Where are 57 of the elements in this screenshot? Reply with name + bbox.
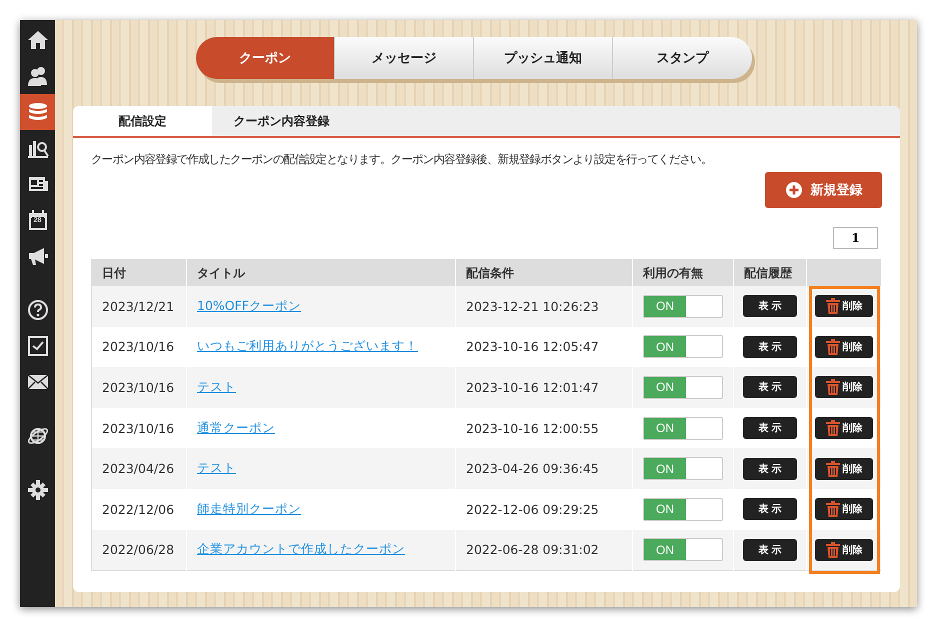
home-icon [26,29,48,51]
date-text: 2023/04/26 [102,461,174,476]
date-text: 2023/10/16 [102,420,174,436]
date-text: 2023/12/21 [102,298,174,314]
megaphone-icon [26,245,48,267]
view-button[interactable]: 表 示 [743,376,797,398]
delete-button[interactable]: 削除 [815,295,873,318]
globe-icon [26,425,48,447]
date-text: 2023/10/16 [102,339,174,354]
page-button[interactable]: 1 [833,227,878,249]
new-registration-button[interactable]: 新規登録 [765,172,882,208]
description-text: クーポン内容登録で作成したクーポンの配信設定となります。クーポン内容登録後、新規登録ボタンより設定を行ってください。 [91,152,713,167]
help-icon [26,299,48,321]
trash-icon [826,542,840,558]
checkbox-icon [26,335,48,357]
delete-button[interactable]: 削除 [815,538,873,561]
datetime-text: 2023-10-16 12:05:47 [466,339,599,354]
trash-icon [826,420,840,436]
view-button[interactable]: 表 示 [743,417,797,440]
plus-icon [784,181,802,199]
date-text: 2023/10/16 [102,380,174,395]
delete-button[interactable]: 削除 [815,376,873,398]
datetime-text: 2023-04-26 09:36:45 [466,461,599,476]
date-text: 2022/12/06 [102,502,174,517]
delete-button[interactable]: 削除 [815,458,873,480]
column-header: タイトル [186,260,456,286]
column-header: 配信条件 [456,260,632,286]
datetime-text: 2022-06-28 09:31:02 [466,542,599,558]
view-button[interactable]: 表 示 [743,458,797,480]
database-icon [26,101,48,123]
settings-icon [26,479,48,501]
trash-icon [826,501,840,518]
trash-icon [826,379,840,396]
column-header: 利用の有無 [632,260,734,286]
tab[interactable]: プッシュ通知 [474,37,613,79]
delete-button[interactable]: 削除 [815,498,873,520]
datetime-text: 2023-10-16 12:01:47 [466,380,599,395]
tab[interactable]: スタンプ [613,37,752,79]
datetime-text: 2023-10-16 12:00:55 [466,420,599,436]
view-button[interactable]: 表 示 [743,336,797,358]
delete-button[interactable]: 削除 [815,336,873,358]
users-icon [26,65,48,87]
datetime-text: 2023-12-21 10:26:23 [466,298,599,314]
date-text: 2022/06/28 [102,542,174,558]
trash-icon [826,460,840,477]
view-button[interactable]: 表 示 [743,295,797,318]
datetime-text: 2022-12-06 09:29:25 [466,502,599,517]
view-button[interactable]: 表 示 [743,538,797,561]
column-header: 日付 [92,260,186,286]
delete-button[interactable]: 削除 [815,417,873,440]
tab[interactable]: 配信設定 [73,106,212,136]
tab[interactable]: メッセージ [335,37,474,79]
trash-icon [826,338,840,355]
trash-icon [826,298,840,314]
column-header: 配信履歴 [734,260,806,286]
tab[interactable]: クーポン [196,37,335,79]
view-button[interactable]: 表 示 [743,498,797,520]
